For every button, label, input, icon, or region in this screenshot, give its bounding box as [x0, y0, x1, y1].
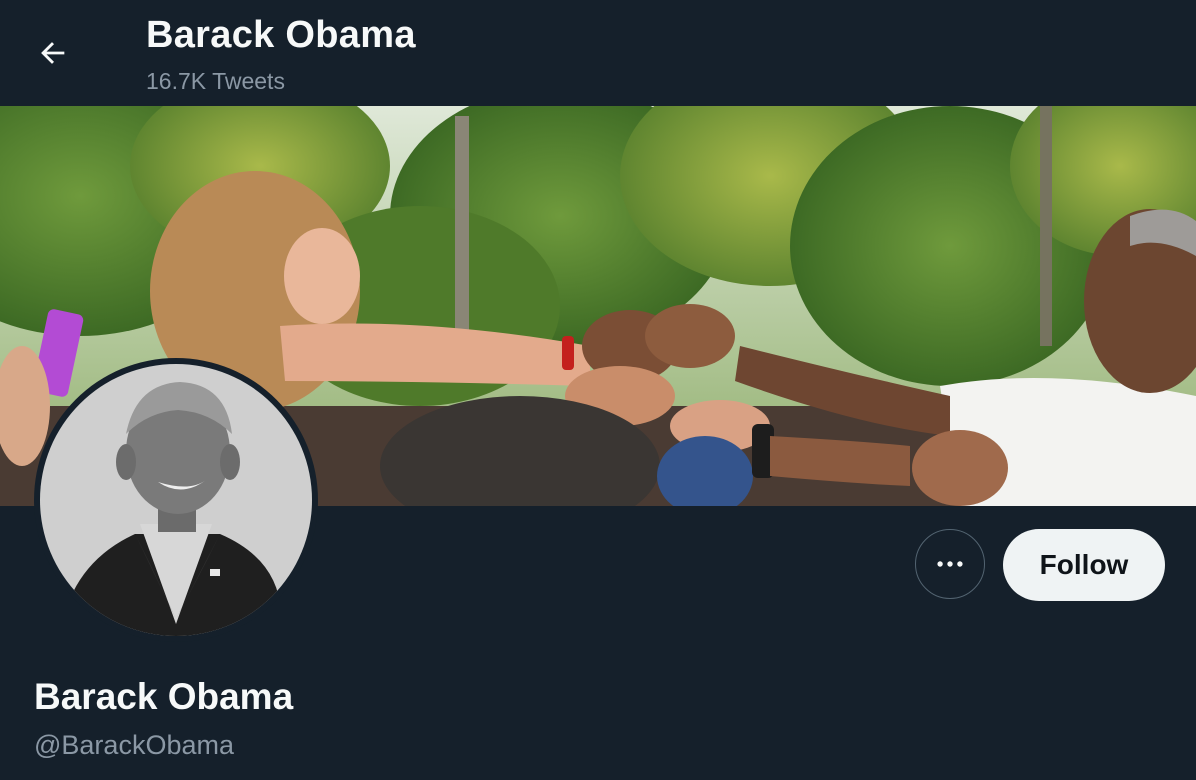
- tweet-count: 16.7K Tweets: [146, 68, 285, 94]
- arrow-left-icon: [41, 42, 65, 64]
- profile-header: Barack Obama 16.7K Tweets: [0, 0, 1196, 106]
- profile-name: Barack Obama: [34, 676, 294, 717]
- profile-handle: @BarackObama: [34, 730, 234, 760]
- profile-avatar[interactable]: [34, 358, 318, 642]
- more-button[interactable]: [915, 529, 985, 599]
- more-horizontal-icon: [937, 561, 963, 567]
- header-title: Barack Obama: [146, 14, 416, 56]
- follow-button[interactable]: Follow: [1003, 529, 1165, 601]
- back-button[interactable]: [22, 22, 84, 84]
- profile-photo: [40, 364, 312, 636]
